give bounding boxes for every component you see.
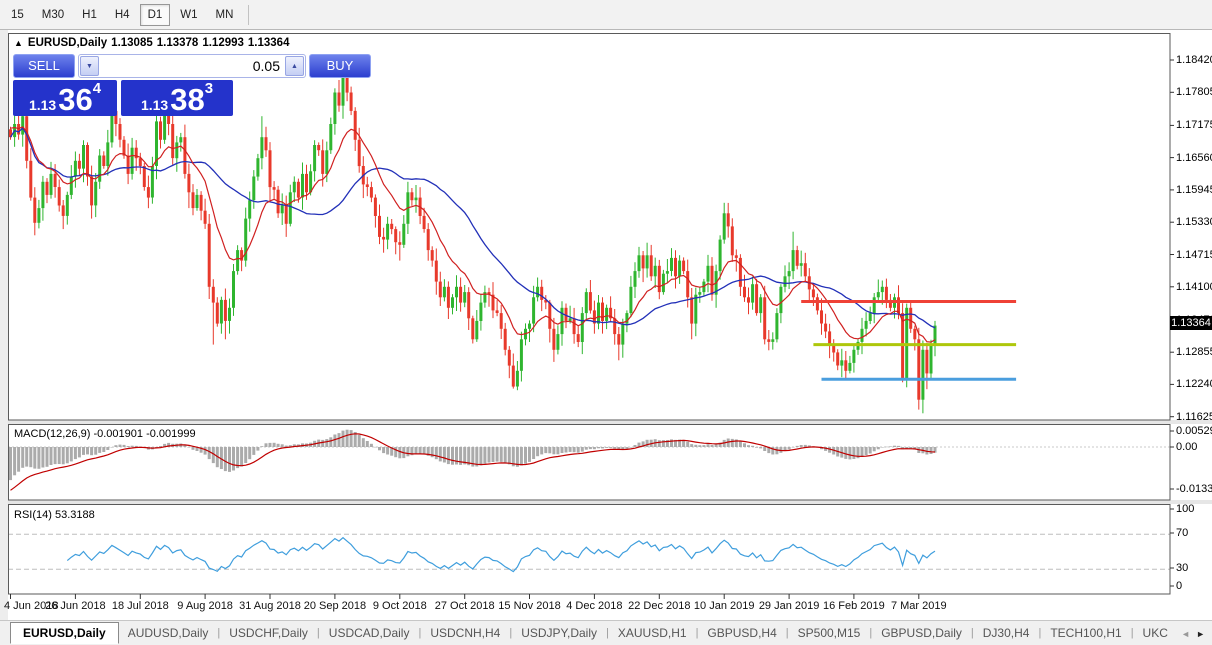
sell-price-main: 36 — [58, 82, 93, 118]
price-axis-label: 1.18420 — [1176, 54, 1212, 66]
time-axis-label: 4 Dec 2018 — [566, 600, 623, 612]
time-axis-label: 18 Jul 2018 — [111, 600, 169, 612]
tab-usdcnh-h4[interactable]: USDCNH,H4 — [421, 623, 509, 643]
price-axis-label: 1.17175 — [1176, 119, 1212, 132]
price-axis-label: 1.15945 — [1176, 183, 1212, 196]
time-axis-label: 29 Jan 2019 — [758, 600, 820, 612]
time-axis-label: 20 Sep 2018 — [303, 600, 367, 612]
buy-price-pip: 3 — [204, 80, 214, 97]
volume-control: ▼ ▲ — [78, 54, 306, 78]
tab-scroll-arrows: ◄ ► — [1174, 622, 1212, 645]
rsi-axis-label: 0 — [1176, 580, 1183, 592]
buy-price-display[interactable]: 1.13 38 3 — [121, 80, 233, 116]
expand-panel-icon[interactable]: ▲ — [14, 38, 23, 48]
macd-axis-label: -0.013317 — [1176, 483, 1212, 495]
ohlc-open: 1.13085 — [111, 37, 153, 49]
rsi-axis-label: 100 — [1176, 503, 1195, 515]
tab-usdjpy-daily[interactable]: USDJPY,Daily — [512, 623, 606, 643]
tab-dj30-h4[interactable]: DJ30,H4 — [974, 623, 1039, 643]
tab-eurusd-daily[interactable]: EURUSD,Daily — [10, 622, 119, 644]
tab-scroll-left-icon[interactable]: ◄ — [1181, 629, 1190, 639]
price-axis-label: 1.14100 — [1176, 280, 1212, 293]
chart-title: ▲ EURUSD,Daily 1.13085 1.13378 1.12993 1.1336… — [14, 37, 293, 49]
ohlc-low: 1.12993 — [202, 37, 244, 49]
macd-axis-label: 0.00 — [1176, 441, 1198, 453]
ohlc-high: 1.13378 — [156, 37, 199, 49]
price-axis-label: 1.12240 — [1176, 378, 1212, 391]
price-axis-label: 1.11625 — [1176, 410, 1212, 423]
tab-tech100-h1[interactable]: TECH100,H1 — [1041, 623, 1130, 643]
mt4-window: 15 M30 H1 H4 D1 W1 MN ▲ EURUSD,Daily 1.13085 1.13… — [0, 0, 1212, 645]
rsi-axis-label: 30 — [1176, 562, 1189, 574]
time-axis-label: 7 Mar 2019 — [890, 600, 947, 612]
price-axis-label: 1.17805 — [1176, 86, 1212, 99]
one-click-trading-panel: SELL ▼ ▲ BUY 1.13 36 4 1.13 38 3 — [13, 54, 371, 116]
volume-increase-button[interactable]: ▲ — [285, 56, 304, 76]
tab-audusd-daily[interactable]: AUDUSD,Daily — [119, 623, 218, 643]
price-axis-label: 1.16560 — [1176, 151, 1212, 164]
buy-button[interactable]: BUY — [309, 54, 371, 78]
time-axis-label: 16 Feb 2019 — [823, 600, 885, 612]
rsi-axis-label: 70 — [1176, 527, 1189, 539]
volume-input[interactable] — [99, 56, 285, 76]
time-axis-label: 27 Oct 2018 — [434, 600, 495, 612]
current-price-tag: 1.13364 — [1170, 316, 1212, 330]
time-axis-label: 9 Aug 2018 — [177, 600, 233, 612]
sell-button[interactable]: SELL — [13, 54, 75, 78]
time-axis-label: 15 Nov 2018 — [498, 600, 561, 612]
tab-xauusd-h1[interactable]: XAUUSD,H1 — [609, 623, 696, 643]
chart-symbol-period: EURUSD,Daily — [27, 37, 108, 49]
sell-price-pip: 4 — [92, 80, 102, 97]
sell-price-prefix: 1.13 — [28, 96, 57, 113]
buy-price-prefix: 1.13 — [140, 96, 169, 113]
tab-gbpusd-daily[interactable]: GBPUSD,Daily — [872, 623, 971, 643]
tab-usdcad-daily[interactable]: USDCAD,Daily — [320, 623, 419, 643]
time-axis-label: 10 Jan 2019 — [693, 600, 755, 612]
time-axis-label: 9 Oct 2018 — [372, 600, 427, 612]
chart-tabs-bar: EURUSD,Daily AUDUSD,Daily | USDCHF,Daily | US… — [0, 620, 1212, 645]
tab-usdchf-daily[interactable]: USDCHF,Daily — [220, 623, 317, 643]
price-axis-label: 1.12855 — [1176, 346, 1212, 359]
buy-price-main: 38 — [170, 82, 205, 118]
ohlc-close: 1.13364 — [247, 37, 290, 49]
macd-indicator-label: MACD(12,26,9) -0.001901 -0.001999 — [14, 428, 196, 440]
tab-gbpusd-h4[interactable]: GBPUSD,H4 — [698, 623, 785, 643]
volume-decrease-button[interactable]: ▼ — [80, 56, 99, 76]
sell-price-display[interactable]: 1.13 36 4 — [13, 80, 117, 116]
tab-ukc[interactable]: UKC — [1134, 623, 1177, 643]
time-axis-label: 22 Dec 2018 — [628, 600, 691, 612]
rsi-indicator-label: RSI(14) 53.3188 — [14, 509, 95, 521]
price-axis-label: 1.15330 — [1176, 216, 1212, 229]
time-axis-label: 26 Jun 2018 — [45, 600, 106, 612]
tab-scroll-right-icon[interactable]: ► — [1196, 629, 1205, 639]
time-axis-label: 31 Aug 2018 — [239, 600, 301, 612]
tab-sp500-m15[interactable]: SP500,M15 — [789, 623, 870, 643]
price-axis-label: 1.14715 — [1176, 248, 1212, 261]
macd-axis-label: 0.005292 — [1176, 425, 1212, 437]
